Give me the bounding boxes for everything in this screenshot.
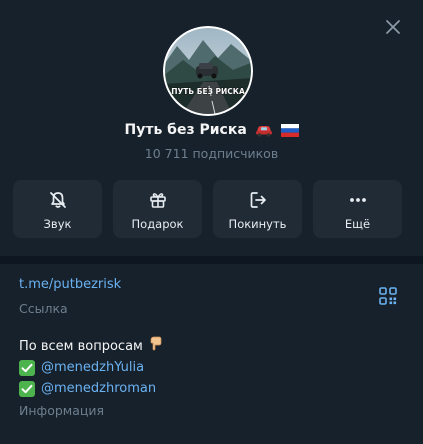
channel-avatar[interactable]: ПУТЬ БЕЗ РИСКА xyxy=(163,26,253,116)
gift-label: Подарок xyxy=(131,217,184,231)
description-intro: По всем вопросам xyxy=(19,339,143,354)
leave-label: Покинуть xyxy=(228,217,287,231)
bell-off-icon xyxy=(49,192,66,208)
leave-button[interactable]: Покинуть xyxy=(213,180,302,238)
channel-description: По всем вопросам @menedzhYulia @menedzhr… xyxy=(19,336,163,399)
more-label: Ещё xyxy=(344,217,371,231)
russian-flag-emoji-icon xyxy=(280,123,299,143)
action-buttons: Звук Подарок Покинуть Ещё xyxy=(13,180,403,238)
qr-code-icon xyxy=(379,287,397,305)
contact-mention-yulia[interactable]: @menedzhYulia xyxy=(41,357,144,378)
gift-button[interactable]: Подарок xyxy=(113,180,202,238)
description-caption: Информация xyxy=(19,403,105,418)
check-mark-icon xyxy=(19,380,35,397)
channel-title: Путь без Риска xyxy=(124,122,247,138)
car-emoji-icon xyxy=(255,123,273,143)
mute-label: Звук xyxy=(43,217,72,231)
more-button[interactable]: Ещё xyxy=(313,180,402,238)
close-icon xyxy=(386,20,400,34)
section-divider xyxy=(0,256,423,264)
leave-icon xyxy=(250,192,266,208)
mute-button[interactable]: Звук xyxy=(13,180,102,238)
more-icon xyxy=(349,198,366,202)
subscriber-count: 10 711 подписчиков xyxy=(144,146,279,161)
contact-mention-roman[interactable]: @menedzhroman xyxy=(41,378,156,399)
channel-title-row: Путь без Риска xyxy=(0,120,423,143)
qr-code-button[interactable] xyxy=(378,286,398,306)
close-button[interactable] xyxy=(376,10,410,44)
check-mark-icon xyxy=(19,359,35,376)
link-caption: Ссылка xyxy=(19,301,68,316)
avatar-image: ПУТЬ БЕЗ РИСКА xyxy=(163,26,253,116)
avatar-logo-text: ПУТЬ БЕЗ РИСКА xyxy=(171,87,245,96)
pointing-down-hand-icon xyxy=(149,335,163,358)
channel-link[interactable]: t.me/putbezrisk xyxy=(19,276,121,294)
info-section: t.me/putbezrisk Ссылка По всем вопросам xyxy=(0,264,423,444)
gift-icon xyxy=(149,193,166,208)
channel-info-panel: ПУТЬ БЕЗ РИСКА Путь без Риска 10 711 под… xyxy=(0,0,423,444)
